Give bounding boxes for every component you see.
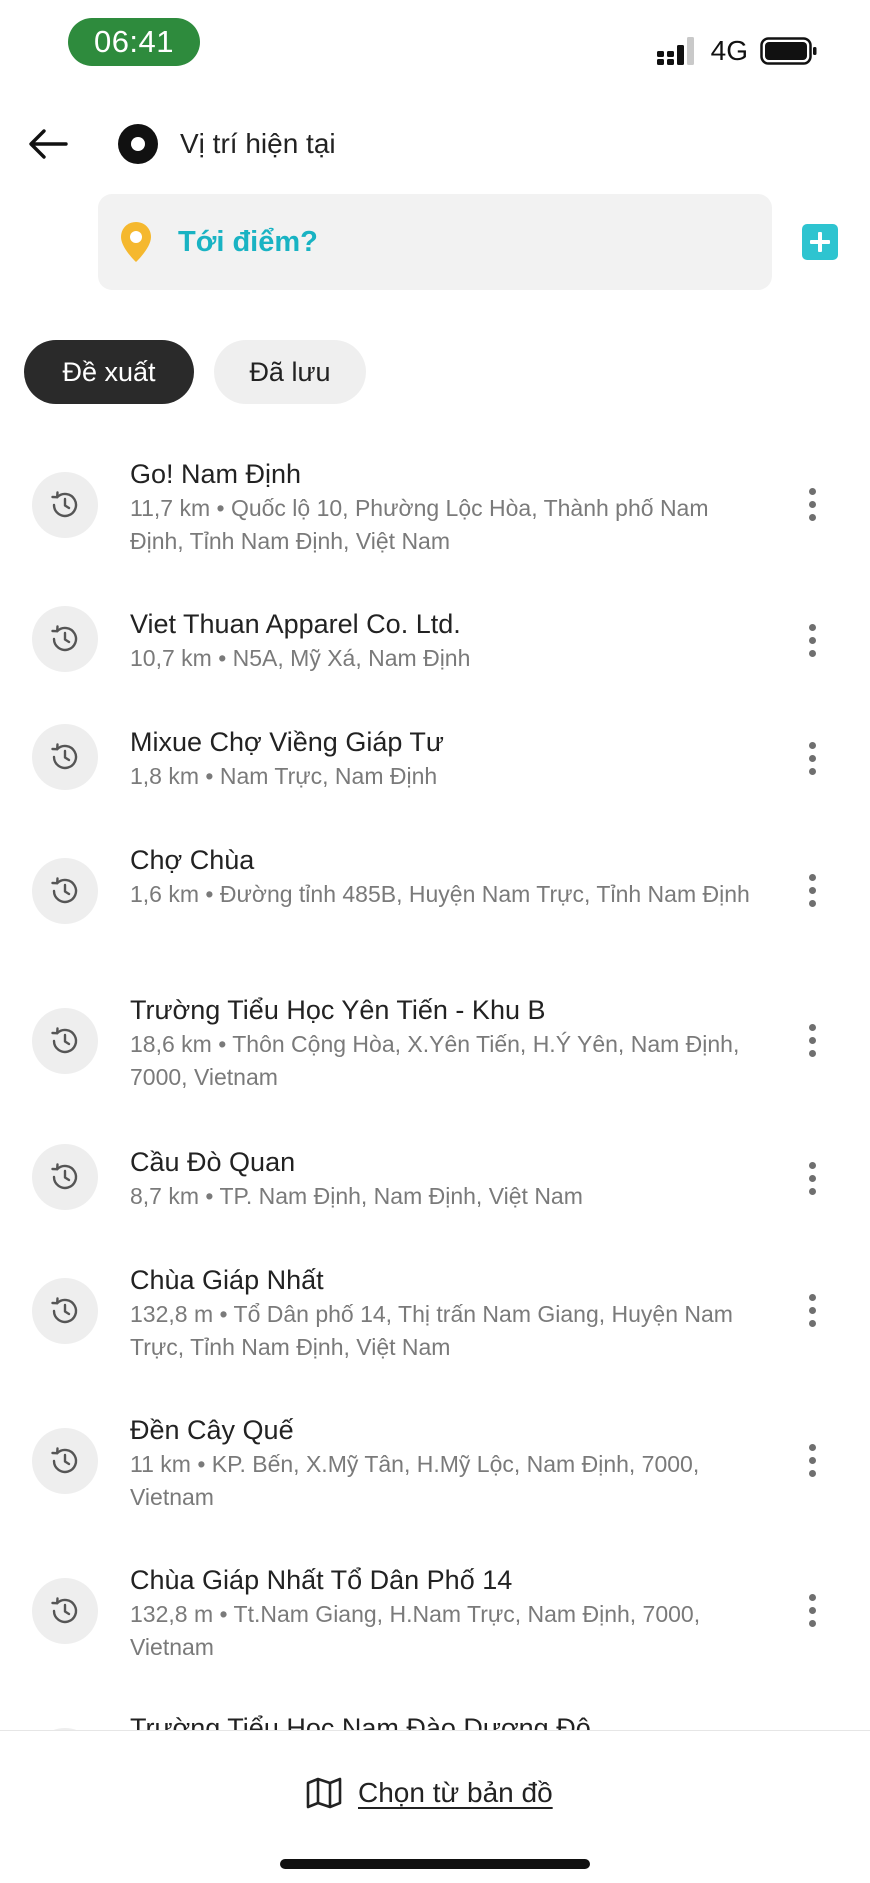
more-options-button[interactable] xyxy=(796,736,828,780)
history-icon xyxy=(51,1027,78,1054)
destination-search-input[interactable]: Tới điểm? xyxy=(98,194,772,290)
place-subtitle: 1,8 km • Nam Trực, Nam Định xyxy=(130,763,438,789)
history-icon xyxy=(51,743,78,770)
back-arrow-icon xyxy=(29,129,68,159)
home-indicator[interactable] xyxy=(280,1859,590,1869)
tab-suggestions[interactable]: Đề xuất xyxy=(24,340,194,404)
more-vertical-icon xyxy=(808,1161,816,1169)
more-options-button[interactable] xyxy=(796,1288,828,1332)
destination-placeholder: Tới điểm? xyxy=(178,226,318,258)
signal-icon xyxy=(656,37,694,65)
place-title: Viet Thuan Apparel Co. Ltd. xyxy=(130,609,461,639)
place-subtitle: 18,6 km • Thôn Cộng Hòa, X.Yên Tiến, H.Ý… xyxy=(130,1031,740,1090)
more-vertical-icon xyxy=(808,1293,816,1301)
pin-icon xyxy=(121,222,151,262)
place-title: Go! Nam Định xyxy=(130,459,302,489)
list-item[interactable]: Đền Cây Quế 11 km • KP. Bến, X.Mỹ Tân, H… xyxy=(0,1412,870,1522)
list-item[interactable]: Viet Thuan Apparel Co. Ltd. 10,7 km • N5… xyxy=(0,606,870,686)
list-item[interactable]: Go! Nam Định 11,7 km • Quốc lộ 10, Phườn… xyxy=(0,456,870,566)
place-subtitle: 132,8 m • Tt.Nam Giang, H.Nam Trực, Nam … xyxy=(130,1601,701,1660)
place-title: Trường Tiểu Học Yên Tiến - Khu B xyxy=(130,995,546,1025)
history-icon xyxy=(51,877,78,904)
list-item[interactable]: Cầu Đò Quan 8,7 km • TP. Nam Định, Nam Đ… xyxy=(0,1144,870,1224)
list-item[interactable]: Trường Tiểu Học Yên Tiến - Khu B 18,6 km… xyxy=(0,992,870,1102)
place-title: Đền Cây Quế xyxy=(130,1415,294,1445)
more-vertical-icon xyxy=(808,873,816,881)
list-item[interactable]: Chùa Giáp Nhất 132,8 m • Tổ Dân phố 14, … xyxy=(0,1262,870,1372)
more-vertical-icon xyxy=(808,1023,816,1031)
more-options-button[interactable] xyxy=(796,1588,828,1632)
more-vertical-icon xyxy=(808,1593,816,1601)
current-location-icon xyxy=(118,124,158,164)
history-icon-wrap xyxy=(32,1144,98,1210)
history-icon-wrap xyxy=(32,1578,98,1644)
list-item[interactable]: Mixue Chợ Viềng Giáp Tư 1,8 km • Nam Trự… xyxy=(0,724,870,804)
status-indicators: 4G xyxy=(656,35,818,66)
more-vertical-icon xyxy=(808,487,816,495)
place-subtitle: 132,8 m • Tổ Dân phố 14, Thị trấn Nam Gi… xyxy=(130,1301,733,1360)
back-button[interactable] xyxy=(22,118,74,170)
place-title: Chợ Chùa xyxy=(130,845,255,875)
origin-field[interactable]: Vị trí hiện tại xyxy=(180,126,336,162)
history-icon xyxy=(51,1597,78,1624)
history-icon-wrap xyxy=(32,472,98,538)
add-stop-button[interactable] xyxy=(802,224,838,260)
history-icon-wrap xyxy=(32,724,98,790)
place-subtitle: 11,7 km • Quốc lộ 10, Phường Lộc Hòa, Th… xyxy=(130,495,709,554)
history-icon xyxy=(51,1447,78,1474)
status-time: 06:41 xyxy=(68,18,200,66)
place-title: Mixue Chợ Viềng Giáp Tư xyxy=(130,727,444,757)
history-icon xyxy=(51,1297,78,1324)
place-subtitle: 1,6 km • Đường tỉnh 485B, Huyện Nam Trực… xyxy=(130,881,750,907)
history-icon xyxy=(51,491,78,518)
history-icon xyxy=(51,625,78,652)
more-options-button[interactable] xyxy=(796,618,828,662)
place-title: Chùa Giáp Nhất xyxy=(130,1265,324,1295)
bottom-bar: Chọn từ bản đồ xyxy=(0,1730,870,1883)
more-options-button[interactable] xyxy=(796,868,828,912)
pick-from-map-label: Chọn từ bản đồ xyxy=(358,1777,553,1808)
place-subtitle: 10,7 km • N5A, Mỹ Xá, Nam Định xyxy=(130,645,471,671)
place-title: Cầu Đò Quan xyxy=(130,1147,296,1177)
app-screen: 06:41 4G Vị trí hiện tại Tới điểm? Đề xu… xyxy=(0,0,870,1883)
network-label: 4G xyxy=(710,35,748,66)
pick-from-map-button[interactable]: Chọn từ bản đồ xyxy=(306,1773,553,1813)
history-icon-wrap xyxy=(32,1278,98,1344)
more-vertical-icon xyxy=(808,1443,816,1451)
place-subtitle: 11 km • KP. Bến, X.Mỹ Tân, H.Mỹ Lộc, Nam… xyxy=(130,1451,700,1510)
history-icon-wrap xyxy=(32,1008,98,1074)
history-icon-wrap xyxy=(32,606,98,672)
history-icon-wrap xyxy=(32,858,98,924)
more-options-button[interactable] xyxy=(796,1438,828,1482)
more-options-button[interactable] xyxy=(796,1156,828,1200)
more-vertical-icon xyxy=(808,623,816,631)
more-vertical-icon xyxy=(808,741,816,749)
more-options-button[interactable] xyxy=(796,482,828,526)
history-icon-wrap xyxy=(32,1428,98,1494)
list-item[interactable]: Chợ Chùa 1,6 km • Đường tỉnh 485B, Huyện… xyxy=(0,842,870,952)
place-title: Chùa Giáp Nhất Tổ Dân Phố 14 xyxy=(130,1565,513,1595)
place-subtitle: 8,7 km • TP. Nam Định, Nam Định, Việt Na… xyxy=(130,1183,583,1209)
tab-saved[interactable]: Đã lưu xyxy=(214,340,366,404)
list-item[interactable]: Chùa Giáp Nhất Tổ Dân Phố 14 132,8 m • T… xyxy=(0,1562,870,1672)
history-icon xyxy=(51,1163,78,1190)
battery-icon xyxy=(760,37,817,65)
more-options-button[interactable] xyxy=(796,1018,828,1062)
map-icon xyxy=(306,1777,342,1809)
